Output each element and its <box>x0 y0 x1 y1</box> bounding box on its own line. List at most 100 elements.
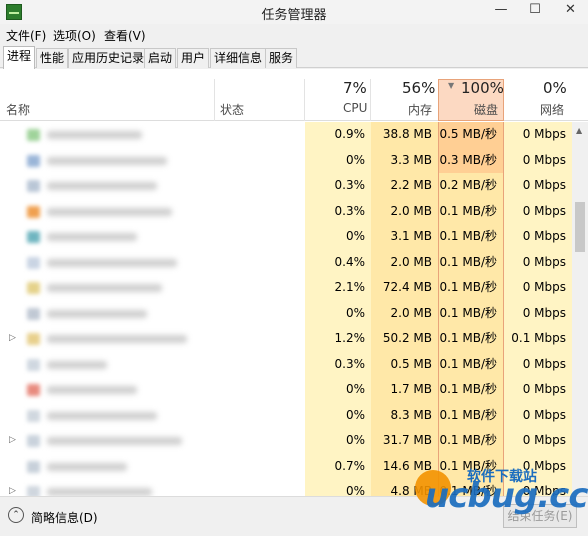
tab-details[interactable]: 详细信息 <box>210 48 267 68</box>
disk-total[interactable]: 100% <box>461 79 504 97</box>
process-row[interactable]: 0% 2.0 MB 0.1 MB/秒 0 Mbps <box>0 300 572 326</box>
memory-cell: 2.0 MB <box>371 249 438 275</box>
memory-cell: 50.2 MB <box>371 326 438 352</box>
cpu-cell: 0.3% <box>305 198 371 224</box>
menu-file[interactable]: 文件(F) <box>6 27 46 44</box>
column-divider <box>214 79 215 121</box>
process-name-redacted <box>47 233 137 241</box>
expand-arrow-icon[interactable]: ▷ <box>9 333 16 343</box>
cpu-cell: 0% <box>305 428 371 454</box>
watermark: 软件下载站 ucbug.cc <box>415 462 588 522</box>
memory-cell: 2.0 MB <box>371 198 438 224</box>
tab-app-history[interactable]: 应用历史记录 <box>68 48 149 68</box>
memory-cell: 1.7 MB <box>371 377 438 403</box>
tab-startup[interactable]: 启动 <box>144 48 177 68</box>
maximize-button[interactable]: ☐ <box>520 0 550 22</box>
network-cell: 0 Mbps <box>504 275 572 301</box>
process-row[interactable]: 2.1% 72.4 MB 0.1 MB/秒 0 Mbps <box>0 275 572 301</box>
menu-options[interactable]: 选项(O) <box>53 27 96 44</box>
process-icon <box>27 409 40 422</box>
disk-cell: 0.1 MB/秒 <box>438 428 504 454</box>
vertical-scrollbar[interactable]: ▲ <box>572 122 588 496</box>
column-network[interactable]: 网络 <box>540 101 564 118</box>
close-button[interactable]: ✕ <box>553 0 588 22</box>
column-divider <box>304 79 305 121</box>
tab-services[interactable]: 服务 <box>265 48 298 68</box>
column-status[interactable]: 状态 <box>220 101 244 118</box>
menu-view[interactable]: 查看(V) <box>104 27 146 44</box>
network-cell: 0 Mbps <box>504 173 572 199</box>
memory-cell: 72.4 MB <box>371 275 438 301</box>
process-name-redacted <box>47 360 107 369</box>
process-icon <box>27 256 40 269</box>
process-row[interactable]: ▷ 1.2% 50.2 MB 0.1 MB/秒 0.1 Mbps <box>0 326 572 352</box>
tab-performance[interactable]: 性能 <box>36 48 69 68</box>
column-disk[interactable]: 磁盘 <box>474 101 498 118</box>
chevron-up-icon[interactable]: ⌃ <box>8 507 24 523</box>
title-bar: 任务管理器 — ☐ ✕ <box>0 0 588 24</box>
process-row[interactable]: 0.3% 2.2 MB 0.2 MB/秒 0 Mbps <box>0 173 572 199</box>
disk-cell: 0.3 MB/秒 <box>438 147 504 173</box>
process-icon <box>27 460 40 473</box>
process-row[interactable]: 0.3% 0.5 MB 0.1 MB/秒 0 Mbps <box>0 351 572 377</box>
process-row[interactable]: 0% 8.3 MB 0.1 MB/秒 0 Mbps <box>0 402 572 428</box>
process-icon <box>27 358 40 371</box>
process-name-redacted <box>47 309 147 318</box>
column-cpu[interactable]: CPU <box>343 101 367 115</box>
process-name-redacted <box>47 386 137 394</box>
disk-cell: 0.1 MB/秒 <box>438 351 504 377</box>
process-name-redacted <box>47 182 157 190</box>
process-icon <box>27 154 40 167</box>
memory-cell: 31.7 MB <box>371 428 438 454</box>
network-cell: 0 Mbps <box>504 428 572 454</box>
cpu-cell: 0% <box>305 300 371 326</box>
memory-total[interactable]: 56% <box>402 79 435 97</box>
minimize-button[interactable]: — <box>486 0 516 22</box>
disk-cell: 0.1 MB/秒 <box>438 249 504 275</box>
column-header: 名称 状态 7% CPU 56% 内存 ▼ 100% 磁盘 0% 网络 <box>0 69 588 121</box>
expand-arrow-icon[interactable]: ▷ <box>9 486 16 496</box>
cpu-cell: 0% <box>305 479 371 496</box>
tab-bar: 进程 性能 应用历史记录 启动 用户 详细信息 服务 <box>0 46 588 69</box>
network-cell: 0 Mbps <box>504 402 572 428</box>
process-icon <box>27 384 40 396</box>
cpu-cell: 0% <box>305 147 371 173</box>
memory-cell: 3.3 MB <box>371 147 438 173</box>
process-name-redacted <box>47 335 187 343</box>
process-row[interactable]: 0% 1.7 MB 0.1 MB/秒 0 Mbps <box>0 377 572 403</box>
process-icon <box>27 180 40 192</box>
disk-cell: 0.2 MB/秒 <box>438 173 504 199</box>
process-icon <box>27 205 40 218</box>
process-row[interactable]: 0.9% 38.8 MB 0.5 MB/秒 0 Mbps <box>0 122 572 148</box>
disk-cell: 0.1 MB/秒 <box>438 300 504 326</box>
process-icon <box>27 129 40 141</box>
process-name-redacted <box>47 131 142 139</box>
process-icon <box>27 231 40 243</box>
memory-cell: 2.0 MB <box>371 300 438 326</box>
tab-processes[interactable]: 进程 <box>3 46 36 69</box>
network-cell: 0 Mbps <box>504 249 572 275</box>
tab-users[interactable]: 用户 <box>177 48 210 68</box>
process-row[interactable]: 0.4% 2.0 MB 0.1 MB/秒 0 Mbps <box>0 249 572 275</box>
process-row[interactable]: 0.3% 2.0 MB 0.1 MB/秒 0 Mbps <box>0 198 572 224</box>
column-name[interactable]: 名称 <box>6 101 30 118</box>
scrollbar-thumb[interactable] <box>575 202 585 252</box>
network-cell: 0.1 Mbps <box>504 326 572 352</box>
disk-cell: 0.1 MB/秒 <box>438 198 504 224</box>
expand-arrow-icon[interactable]: ▷ <box>9 435 16 445</box>
fewer-details-link[interactable]: 简略信息(D) <box>31 509 98 526</box>
memory-cell: 0.5 MB <box>371 351 438 377</box>
memory-cell: 8.3 MB <box>371 402 438 428</box>
process-name-redacted <box>47 488 152 496</box>
cpu-cell: 0% <box>305 377 371 403</box>
network-total[interactable]: 0% <box>543 79 567 97</box>
process-row[interactable]: 0% 3.3 MB 0.3 MB/秒 0 Mbps <box>0 147 572 173</box>
process-row[interactable]: ▷ 0% 31.7 MB 0.1 MB/秒 0 Mbps <box>0 428 572 454</box>
scroll-up-icon[interactable]: ▲ <box>576 126 582 135</box>
disk-cell: 0.1 MB/秒 <box>438 377 504 403</box>
process-name-redacted <box>47 156 167 165</box>
column-memory[interactable]: 内存 <box>408 101 432 118</box>
cpu-total[interactable]: 7% <box>343 79 367 97</box>
network-cell: 0 Mbps <box>504 300 572 326</box>
process-row[interactable]: 0% 3.1 MB 0.1 MB/秒 0 Mbps <box>0 224 572 250</box>
